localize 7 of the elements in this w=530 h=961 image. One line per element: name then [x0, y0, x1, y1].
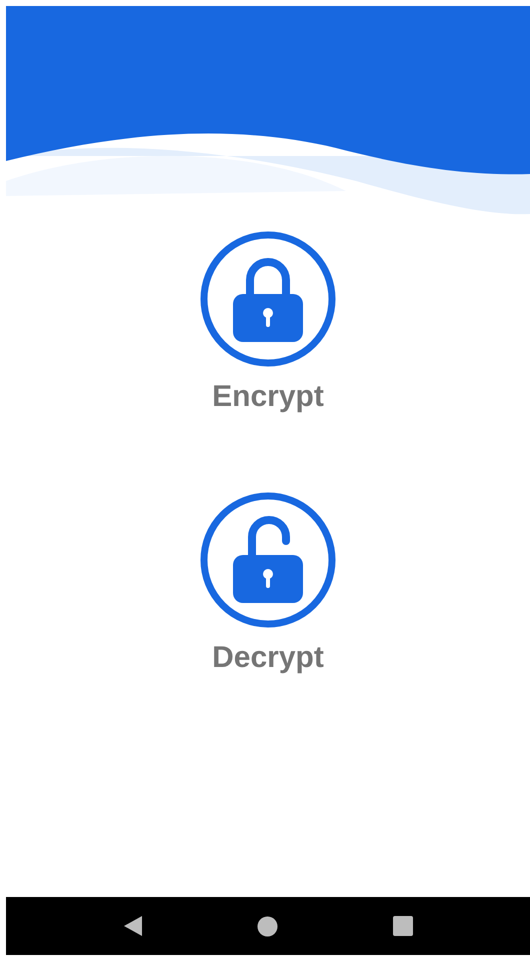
action-label[interactable]: Decrypt — [212, 641, 324, 674]
lock-icon[interactable] — [200, 230, 336, 368]
action-label[interactable]: Encrypt — [212, 380, 324, 413]
unlocked-lock-icon[interactable] — [200, 491, 336, 629]
home-icon[interactable] — [257, 916, 278, 936]
recents-icon[interactable] — [392, 916, 413, 936]
back-icon[interactable] — [123, 915, 144, 937]
